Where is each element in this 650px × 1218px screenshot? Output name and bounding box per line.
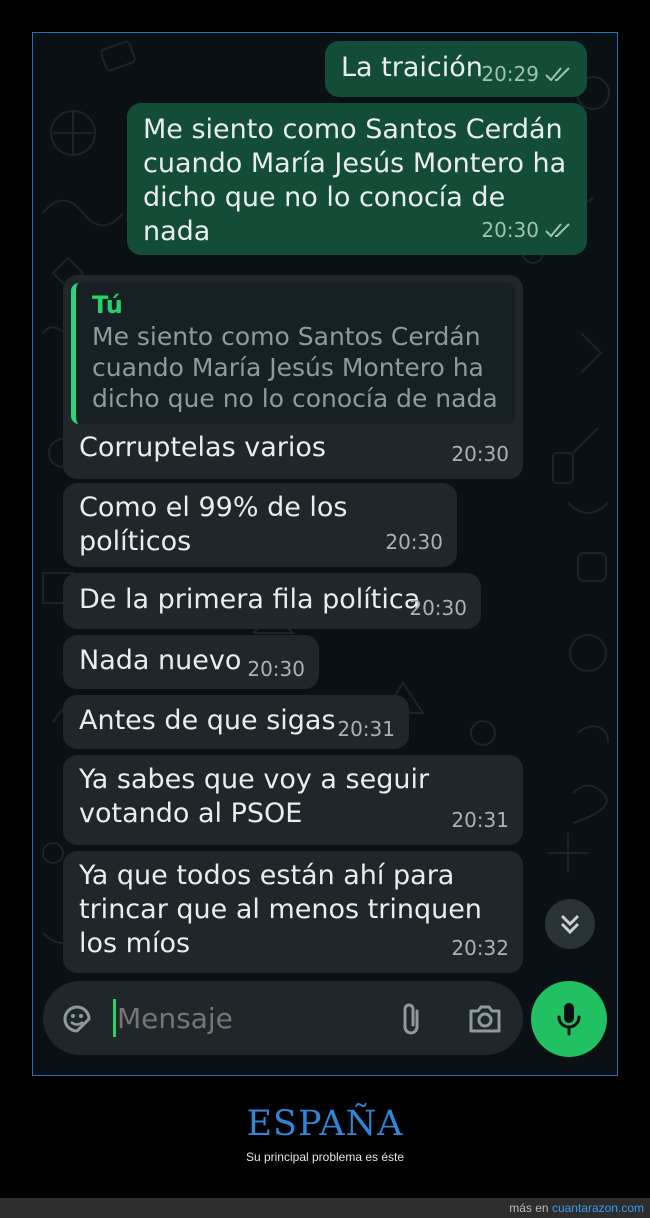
message-time: 20:30 [385,530,443,554]
message-bubble-outgoing[interactable]: La traición 20:29 [325,41,587,97]
message-bubble-incoming[interactable]: Como el 99% de los políticos 20:30 [63,483,457,567]
camera-icon[interactable] [467,1003,503,1035]
message-input[interactable] [115,995,379,1041]
footer-site-link[interactable]: cuantarazon.com [552,1201,644,1215]
footer-credit: más en cuantarazon.com [509,1201,644,1215]
message-time: 20:30 [409,596,467,620]
footer-prefix: más en [509,1201,549,1215]
caption-title: ESPAÑA [246,1104,404,1144]
message-text: Antes de que sigas [79,705,336,736]
message-bubble-incoming[interactable]: De la primera fila política 20:30 [63,573,481,629]
footer-bar: más en cuantarazon.com [0,1198,650,1218]
caption-subtitle: Su principal problema es éste [245,1150,405,1164]
scroll-to-bottom-button[interactable] [545,899,595,949]
message-time: 20:31 [337,717,395,741]
message-text: Corruptelas varios [79,432,326,463]
message-input-bar [43,981,523,1055]
paperclip-icon[interactable] [397,1001,425,1037]
quote-author: Tú [92,291,123,319]
sticker-icon[interactable] [61,1003,93,1035]
message-time: 20:32 [451,936,509,960]
message-bubble-incoming[interactable]: Ya sabes que voy a seguir votando al PSO… [63,755,523,845]
message-bubble-incoming[interactable]: Antes de que sigas 20:31 [63,695,409,749]
voice-message-button[interactable] [531,981,607,1057]
message-bubble-incoming[interactable]: Tú Me siento como Santos Cerdán cuando M… [63,275,523,479]
message-text: Nada nuevo [79,645,242,676]
message-bubble-outgoing[interactable]: Me siento como Santos Cerdán cuando Marí… [127,103,587,255]
message-bubble-incoming[interactable]: Ya que todos están ahí para trincar que … [63,851,523,973]
message-text: De la primera fila política [79,584,421,615]
message-text: La traición [341,52,483,83]
message-time: 20:29 [481,62,539,86]
message-text: Ya sabes que voy a seguir votando al PSO… [79,764,430,829]
message-time: 20:31 [451,808,509,832]
microphone-icon [557,1003,581,1036]
message-time: 20:30 [451,442,509,466]
quote-text: Me siento como Santos Cerdán cuando Marí… [92,322,498,413]
double-chevron-down-icon [560,914,580,935]
message-bubble-incoming[interactable]: Nada nuevo 20:30 [63,635,319,689]
chat-screen: La traición 20:29 Me siento como Santos … [32,32,618,1076]
quoted-message[interactable]: Tú Me siento como Santos Cerdán cuando M… [71,283,515,424]
message-time: 20:30 [481,218,539,242]
double-check-icon [545,67,570,82]
message-meta: 20:30 [481,213,573,247]
message-time: 20:30 [247,657,305,681]
message-meta: 20:29 [481,57,573,91]
double-check-icon [545,223,570,238]
message-text: Ya que todos están ahí para trincar que … [79,860,482,959]
